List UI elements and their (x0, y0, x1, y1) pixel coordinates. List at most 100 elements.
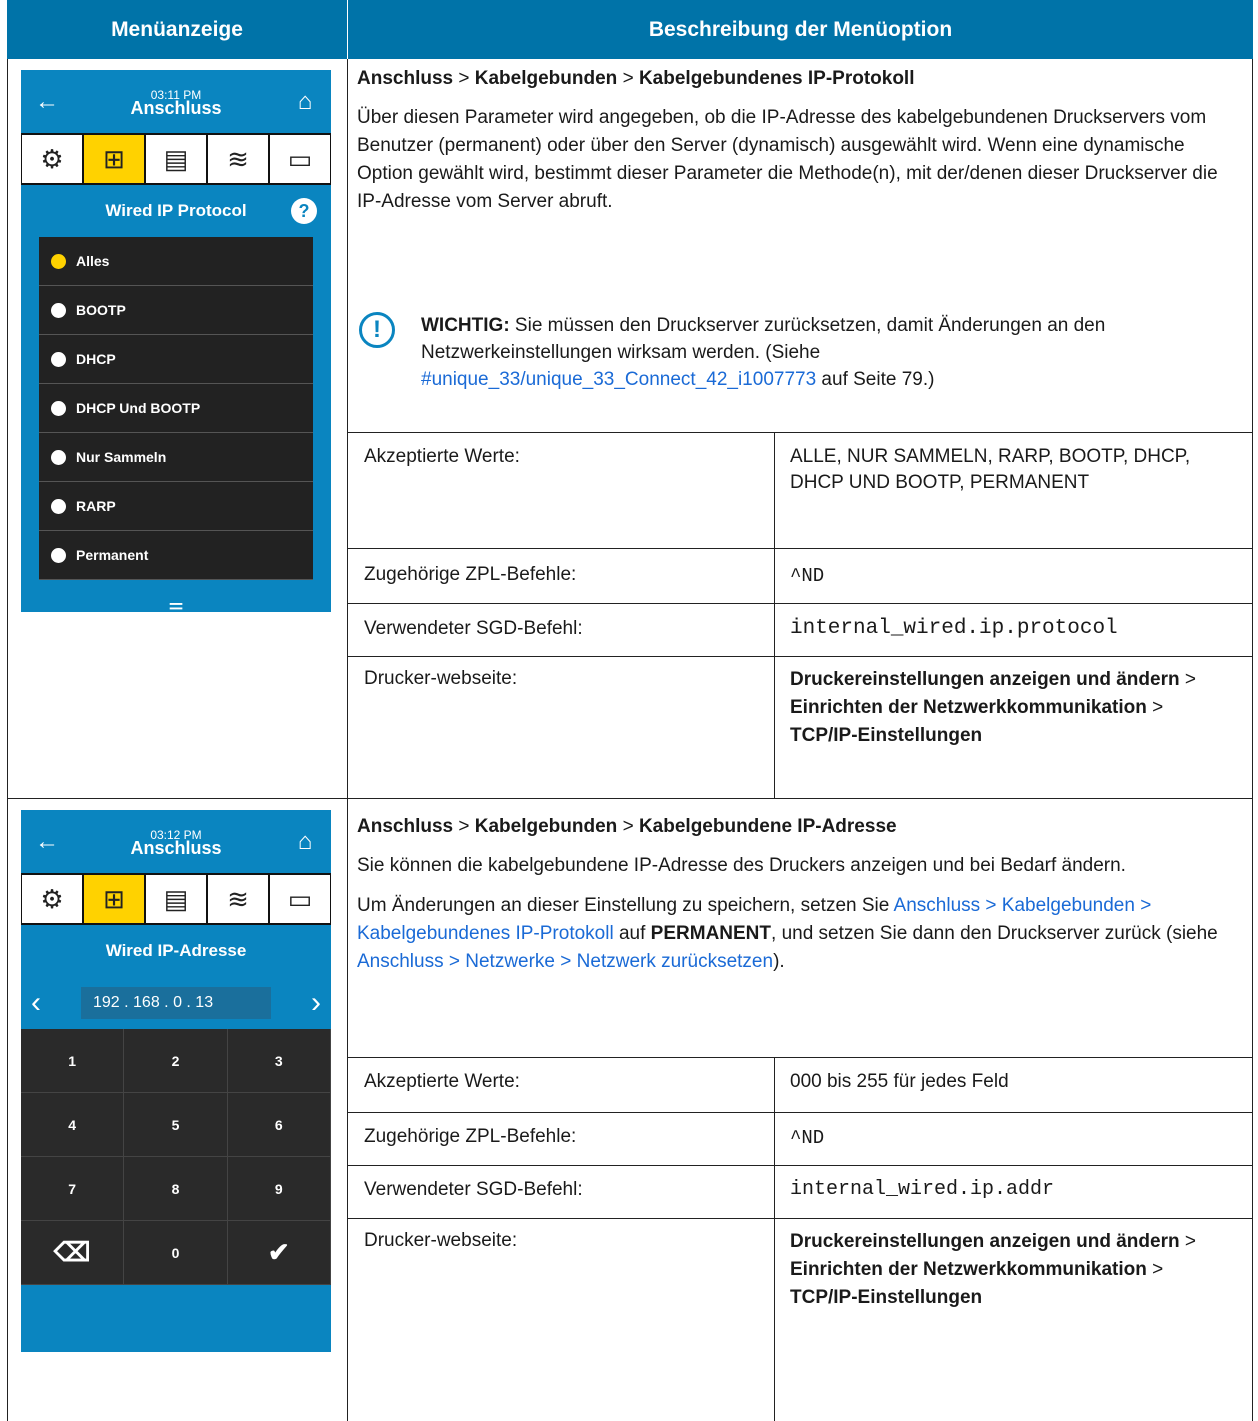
device-topbar: ← 03:11 PM Anschluss ⌂ (21, 70, 331, 133)
sgd-label: Verwendeter SGD-Befehl: (364, 618, 583, 639)
home-icon[interactable]: ⌂ (291, 828, 319, 856)
numeric-keypad: 1 2 3 4 5 6 7 8 9 ⌫ 0 ✔ (21, 1029, 331, 1285)
keypad-key[interactable]: 5 (124, 1093, 228, 1157)
radio-icon (51, 400, 66, 416)
option-label: DHCP Und BOOTP (76, 400, 201, 416)
note-body: WICHTIG: Sie müssen den Druckserver zurü… (421, 312, 1219, 393)
accepted-value: 000 bis 255 für jedes Feld (790, 1071, 1009, 1092)
table-border (7, 59, 8, 1421)
keypad-key[interactable]: 1 (21, 1029, 125, 1093)
help-icon[interactable]: ? (291, 198, 317, 224)
web-path-part: Einrichten der Netzwerkkommunikation (790, 1259, 1147, 1280)
printer-icon[interactable]: ▤ (146, 875, 206, 923)
option-item[interactable]: Alles (39, 237, 313, 286)
table-border (347, 1218, 1253, 1219)
home-icon[interactable]: ⌂ (291, 88, 319, 116)
table-border (774, 432, 775, 798)
option-item[interactable]: Nur Sammeln (39, 433, 313, 482)
zpl-label: Zugehörige ZPL-Befehle: (364, 564, 577, 585)
device-subtitle: Wired IP Protocol ? (21, 185, 331, 237)
sgd-label: Verwendeter SGD-Befehl: (364, 1179, 583, 1200)
keypad-key[interactable]: 8 (124, 1157, 228, 1221)
instruction-text: , und setzen Sie dann den Druckserver zu… (771, 923, 1218, 944)
option-item[interactable]: DHCP Und BOOTP (39, 384, 313, 433)
web-path-part: Einrichten der Netzwerkkommunikation (790, 697, 1147, 718)
keypad-key[interactable]: ⌫ (21, 1221, 125, 1285)
network-icon[interactable]: ⊞ (84, 135, 144, 183)
note-link[interactable]: #unique_33/unique_33_Connect_42_i1007773 (421, 369, 816, 390)
printer-icon[interactable]: ▤ (146, 135, 206, 183)
ip-entry-bar: ‹ 192 . 168 . 0 . 13 › (21, 977, 331, 1029)
option-label: Alles (76, 253, 110, 269)
keypad-key[interactable]: 2 (124, 1029, 228, 1093)
path-separator: > (622, 68, 634, 89)
keypad-key[interactable]: 6 (227, 1093, 331, 1157)
network-icon[interactable]: ⊞ (84, 875, 144, 923)
radio-icon (51, 498, 66, 514)
menu-path: Anschluss > Kabelgebunden > Kabelgebunde… (357, 814, 1237, 840)
option-item[interactable]: Permanent (39, 531, 313, 580)
folder-icon[interactable]: ▭ (270, 875, 330, 923)
header-menu-display: Menüanzeige (7, 0, 347, 59)
menu-icon[interactable]: ≡ (21, 580, 331, 613)
save-instructions: Um Änderungen an dieser Einstellung zu s… (357, 892, 1237, 976)
folder-icon[interactable]: ▭ (270, 135, 330, 183)
zpl-value: ^ND (790, 1127, 825, 1149)
keypad-key[interactable]: 7 (21, 1157, 125, 1221)
warning-icon: ! (359, 312, 395, 348)
keypad-key[interactable]: 9 (227, 1157, 331, 1221)
device-title: Anschluss (130, 97, 222, 118)
table-border (1252, 59, 1253, 1421)
settings-icon[interactable]: ⚙ (22, 875, 82, 923)
keypad-key[interactable]: 3 (227, 1029, 331, 1093)
note-text: auf Seite 79.) (816, 369, 935, 390)
option-item[interactable]: BOOTP (39, 286, 313, 335)
device-tabbar: ⚙ ⊞ ▤ ≋ ▭ (21, 133, 331, 185)
option-label: BOOTP (76, 302, 126, 318)
device-screen-ip-address: ← 03:12 PM Anschluss ⌂ ⚙ ⊞ ▤ ≋ ▭ Wired I… (21, 810, 331, 1352)
option-item[interactable]: DHCP (39, 335, 313, 384)
option-item[interactable]: RARP (39, 482, 313, 531)
chevron-right-icon[interactable]: › (311, 986, 321, 1020)
network-reset-link[interactable]: Anschluss > Netzwerke > Netzwerk zurücks… (357, 951, 773, 972)
menu-path: Anschluss > Kabelgebunden > Kabelgebunde… (357, 66, 1237, 92)
ip-address-field[interactable]: 192 . 168 . 0 . 13 (81, 987, 271, 1019)
sgd-value: internal_wired.ip.protocol (790, 617, 1118, 640)
device-tabbar: ⚙ ⊞ ▤ ≋ ▭ (21, 873, 331, 925)
path-separator: > (458, 68, 470, 89)
radio-icon (51, 302, 66, 318)
path-separator: > (1152, 697, 1164, 718)
chevron-left-icon[interactable]: ‹ (31, 986, 41, 1020)
radio-icon (51, 449, 66, 465)
instruction-text: Um Änderungen an dieser Einstellung zu s… (357, 895, 894, 916)
option-label: Permanent (76, 547, 149, 563)
settings-icon[interactable]: ⚙ (22, 135, 82, 183)
device-subtitle: Wired IP-Adresse (21, 925, 331, 977)
keypad-key[interactable]: ✔ (227, 1221, 331, 1285)
important-note: ! WICHTIG: Sie müssen den Druckserver zu… (359, 312, 1219, 393)
table-border (347, 603, 1253, 604)
keypad-key[interactable]: 4 (21, 1093, 125, 1157)
option-label: DHCP (76, 351, 116, 367)
path-part: Kabelgebunden (474, 68, 618, 89)
instruction-bold: PERMANENT (650, 923, 772, 944)
path-separator: > (458, 816, 470, 837)
path-part: Kabelgebundene IP-Adresse (638, 816, 897, 837)
web-path-part: TCP/IP-Einstellungen (790, 725, 983, 746)
subtitle-label: Wired IP Protocol (105, 201, 247, 220)
keypad-key[interactable]: 0 (124, 1221, 228, 1285)
web-path-part: TCP/IP-Einstellungen (790, 1287, 983, 1308)
back-arrow-icon[interactable]: ← (33, 88, 61, 116)
description-text: Sie können die kabelgebundene IP-Adresse… (357, 855, 1126, 876)
radio-icon (51, 253, 66, 269)
web-label: Drucker-webseite: (364, 668, 518, 689)
rfid-icon[interactable]: ≋ (208, 875, 268, 923)
note-label: WICHTIG: (421, 315, 510, 336)
path-part: Anschluss (357, 68, 454, 89)
back-arrow-icon[interactable]: ← (33, 828, 61, 856)
accepted-value: ALLE, NUR SAMMELN, RARP, BOOTP, DHCP, DH… (790, 446, 1191, 493)
rfid-icon[interactable]: ≋ (208, 135, 268, 183)
path-part: Kabelgebunden (474, 816, 618, 837)
table-border (347, 656, 1253, 657)
device-screen-protocol: ← 03:11 PM Anschluss ⌂ ⚙ ⊞ ▤ ≋ ▭ Wired I… (21, 70, 331, 612)
